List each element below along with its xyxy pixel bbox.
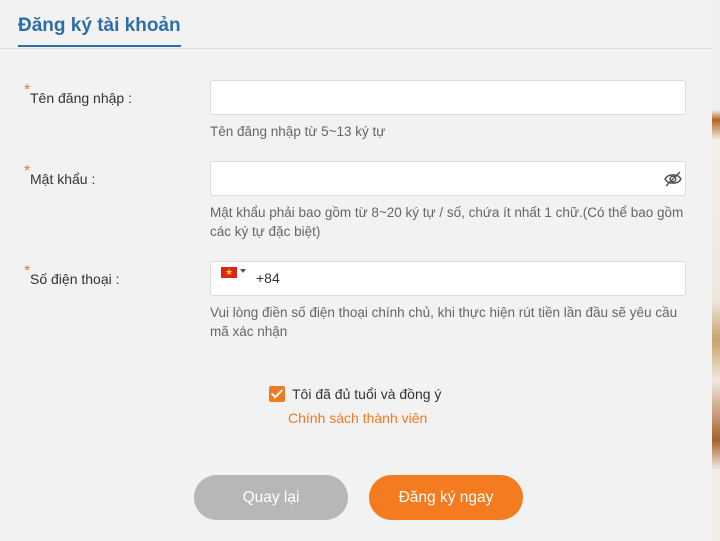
dial-code: +84 (256, 270, 280, 286)
phone-label: * Số điện thoại : (24, 263, 120, 287)
username-label: * Tên đăng nhập : (24, 82, 132, 106)
required-mark: * (24, 263, 31, 280)
phone-hint: Vui lòng điền số điện thoại chính chủ, k… (210, 305, 678, 339)
background-image-edge (712, 0, 720, 541)
eye-slash-icon[interactable] (663, 169, 683, 189)
phone-field: ★ +84 (210, 261, 686, 296)
password-input[interactable] (210, 161, 686, 196)
username-input[interactable] (210, 80, 686, 115)
required-mark: * (24, 163, 31, 180)
chevron-down-icon[interactable] (240, 269, 246, 273)
agreement: Tôi đã đủ tuổi và đồng ý (269, 386, 441, 402)
vietnam-flag-icon[interactable]: ★ (221, 267, 237, 278)
register-button[interactable]: Đăng ký ngay (369, 475, 523, 520)
password-label: * Mật khẩu : (24, 163, 96, 187)
username-hint: Tên đăng nhập từ 5~13 ký tự (210, 124, 386, 139)
register-panel: Đăng ký tài khoản * Tên đăng nhập : Tên … (0, 0, 712, 541)
phone-input[interactable] (291, 263, 675, 296)
required-mark: * (24, 82, 31, 99)
back-button[interactable]: Quay lại (194, 475, 348, 520)
policy-link[interactable]: Chính sách thành viên (288, 410, 427, 426)
agree-text: Tôi đã đủ tuổi và đồng ý (292, 386, 442, 402)
password-hint: Mật khẩu phải bao gồm từ 8~20 ký tự / số… (210, 205, 684, 239)
page-title: Đăng ký tài khoản (18, 14, 181, 47)
agree-checkbox[interactable] (269, 386, 285, 402)
header: Đăng ký tài khoản (0, 0, 712, 49)
